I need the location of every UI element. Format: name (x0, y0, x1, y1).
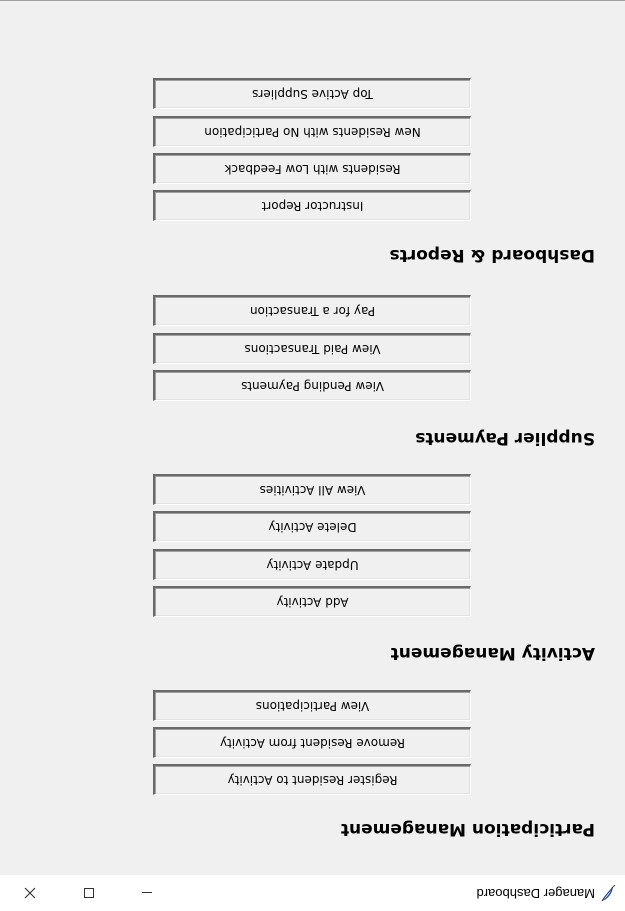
view-all-activities-button[interactable]: View All Activities (153, 474, 471, 505)
dashboard-content: Participation Management Register Reside… (0, 0, 625, 875)
dashboard-reports-heading: Dashboard & Reports (389, 245, 595, 265)
activity-management-heading: Activity Management (390, 643, 595, 663)
view-participations-button[interactable]: View Participations (153, 690, 471, 721)
view-paid-transactions-button[interactable]: View Paid Transactions (153, 333, 471, 364)
app-window: Manager Dashboard Participation Manageme… (0, 0, 625, 911)
supplier-payments-heading: Supplier Payments (415, 428, 595, 448)
top-active-suppliers-button[interactable]: Top Active Suppliers (153, 78, 471, 109)
close-icon (24, 887, 36, 899)
minimize-button[interactable] (118, 875, 176, 911)
add-activity-button[interactable]: Add Activity (153, 586, 471, 617)
register-resident-button[interactable]: Register Resident to Activity (153, 764, 471, 795)
maximize-button[interactable] (60, 875, 118, 911)
feather-icon (601, 884, 616, 902)
minimize-icon (142, 892, 152, 893)
pay-transaction-button[interactable]: Pay for a Transaction (153, 295, 471, 326)
delete-activity-button[interactable]: Delete Activity (153, 511, 471, 542)
instructor-report-button[interactable]: Instructor Report (153, 190, 471, 221)
update-activity-button[interactable]: Update Activity (153, 549, 471, 580)
low-feedback-residents-button[interactable]: Residents with Low Feedback (153, 153, 471, 184)
window-title: Manager Dashboard (476, 886, 595, 901)
maximize-icon (84, 888, 94, 898)
view-pending-payments-button[interactable]: View Pending Payments (153, 370, 471, 401)
close-button[interactable] (1, 875, 59, 911)
remove-resident-button[interactable]: Remove Resident from Activity (153, 727, 471, 758)
new-residents-no-participation-button[interactable]: New Residents with No Participation (153, 116, 471, 147)
participation-management-heading: Participation Management (340, 819, 595, 839)
title-bar: Manager Dashboard (0, 875, 625, 911)
